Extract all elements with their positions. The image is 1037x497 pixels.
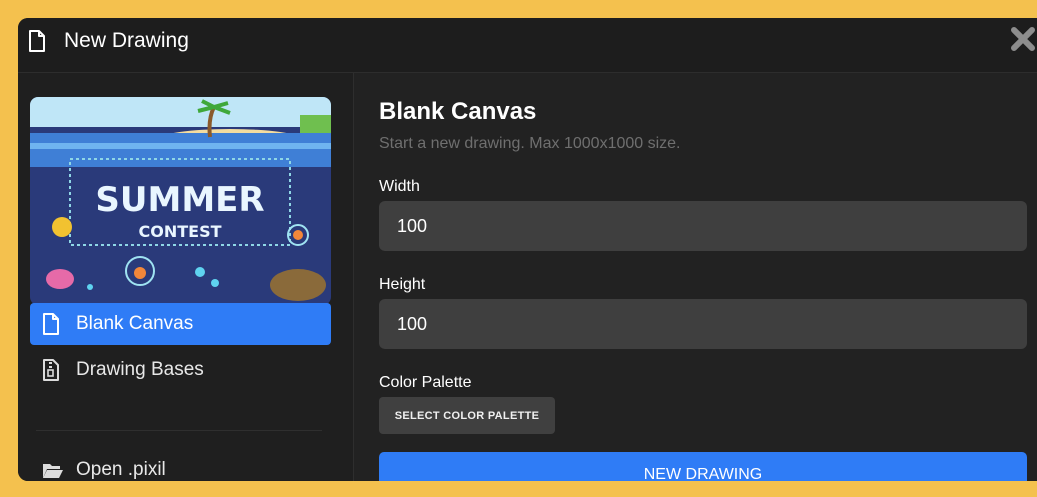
height-field[interactable] [379,299,1027,349]
sidebar: SUMMER CONTEST Blank Canvas Drawing Base… [18,73,354,481]
folder-open-icon [43,464,63,478]
new-drawing-dialog: New Drawing SUMMER CONTEST Blank Canvas … [18,18,1037,481]
width-label: Width [379,178,420,195]
sidebar-item-blank-canvas[interactable]: Blank Canvas [30,303,331,345]
dialog-titlebar: New Drawing [18,18,1037,73]
new-drawing-button[interactable]: NEW DRAWING [379,452,1027,481]
sidebar-item-label: Open .pixil [76,459,166,480]
page-frame: New Drawing SUMMER CONTEST Blank Canvas … [0,0,1037,497]
page-subtitle: Start a new drawing. Max 1000x1000 size. [379,135,681,152]
dialog-title: New Drawing [64,29,189,52]
sidebar-item-label: Drawing Bases [76,359,204,380]
main-panel: Blank Canvas Start a new drawing. Max 10… [354,73,1037,481]
document-icon [43,313,59,335]
sidebar-item-label: Blank Canvas [76,313,194,334]
color-palette-label: Color Palette [379,374,472,391]
sidebar-divider [36,430,322,431]
zip-file-icon [43,359,59,381]
svg-text:SUMMER: SUMMER [95,180,264,220]
select-color-palette-button[interactable]: SELECT COLOR PALETTE [379,397,555,434]
sidebar-item-drawing-bases[interactable]: Drawing Bases [30,349,331,391]
svg-text:CONTEST: CONTEST [138,222,221,241]
height-label: Height [379,276,426,293]
close-icon[interactable] [1008,24,1037,54]
summer-contest-banner[interactable]: SUMMER CONTEST [30,97,331,305]
width-field[interactable] [379,201,1027,251]
page-title: Blank Canvas [379,98,537,125]
document-icon [29,30,45,52]
sidebar-item-open-pixil[interactable]: Open .pixil [30,449,331,481]
